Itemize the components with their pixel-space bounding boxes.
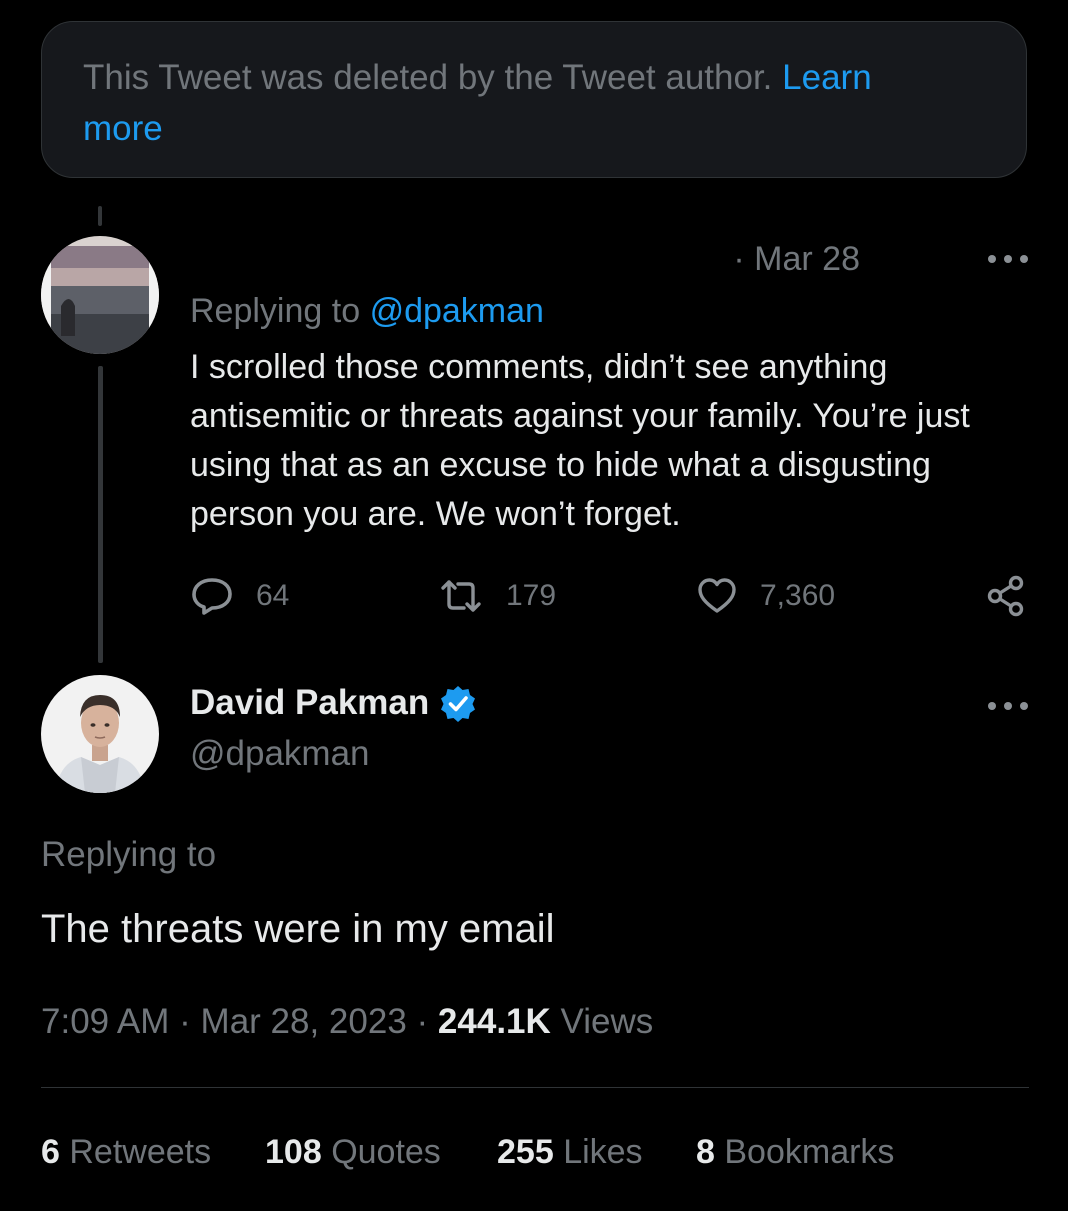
reply-count: 64 [256, 579, 290, 612]
retweet-count: 179 [506, 579, 557, 612]
views-label: Views [560, 1002, 654, 1041]
meta-separator: · [179, 1002, 201, 1041]
tweet-time[interactable]: 7:09 AM [41, 1002, 169, 1041]
reply-action-bar: 64 179 7,360 [190, 574, 1030, 618]
reply-button[interactable]: 64 [190, 574, 289, 618]
retweets-count: 6 [41, 1133, 60, 1171]
divider [41, 1087, 1029, 1088]
reply-tweet-text: I scrolled those comments, didn’t see an… [190, 348, 970, 533]
author-display-name: David Pakman [190, 683, 430, 722]
main-replying-to: Replying to [41, 835, 217, 874]
like-button[interactable]: 7,360 [696, 574, 835, 618]
meta-separator: · [416, 1002, 438, 1041]
heart-icon [698, 578, 736, 613]
thread-line [98, 366, 103, 663]
retweets-stat[interactable]: 6 Retweets [41, 1133, 211, 1172]
share-button[interactable] [986, 574, 1048, 618]
share-icon [987, 575, 1024, 617]
likes-stat[interactable]: 255 Likes [497, 1133, 643, 1172]
retweet-button[interactable]: 179 [438, 574, 556, 618]
replying-to-handle-link[interactable]: @dpakman [370, 292, 544, 330]
retweets-label: Retweets [69, 1133, 212, 1171]
quotes-count: 108 [265, 1133, 322, 1171]
thread-line-top [98, 206, 102, 226]
reply-icon [192, 578, 232, 615]
reply-replying-to: Replying to @dpakman [190, 292, 544, 331]
tweet-date[interactable]: Mar 28, 2023 [201, 1002, 407, 1041]
replying-to-label: Replying to [190, 292, 361, 330]
author-avatar[interactable] [41, 675, 159, 793]
bookmarks-stat[interactable]: 8 Bookmarks [696, 1133, 894, 1172]
views-count: 244.1K [437, 1002, 551, 1041]
verified-badge-icon [441, 686, 476, 722]
reply-date[interactable]: · Mar 28 [733, 240, 860, 279]
reply-author-avatar[interactable] [41, 236, 159, 354]
quotes-label: Quotes [331, 1133, 441, 1171]
author-name[interactable]: David Pakman [190, 683, 477, 723]
reply-author-row: · Mar 28 [190, 236, 860, 282]
likes-label: Likes [563, 1133, 643, 1171]
deleted-tweet-notice: This Tweet was deleted by the Tweet auth… [41, 21, 1027, 178]
likes-count: 255 [497, 1133, 554, 1171]
main-tweet-text: The threats were in my email [41, 907, 555, 951]
more-options-icon[interactable] [988, 700, 1028, 712]
quotes-stat[interactable]: 108 Quotes [265, 1133, 441, 1172]
author-handle[interactable]: @dpakman [190, 734, 370, 774]
deleted-notice-text: This Tweet was deleted by the Tweet auth… [83, 58, 773, 97]
bookmarks-count: 8 [696, 1133, 715, 1171]
tweet-meta: 7:09 AM · Mar 28, 2023 · 244.1K Views [41, 1002, 653, 1042]
like-count: 7,360 [760, 579, 836, 612]
redacted-author-name [190, 244, 710, 280]
retweet-icon [441, 580, 481, 612]
more-options-icon[interactable] [988, 253, 1028, 265]
bookmarks-label: Bookmarks [724, 1133, 895, 1171]
